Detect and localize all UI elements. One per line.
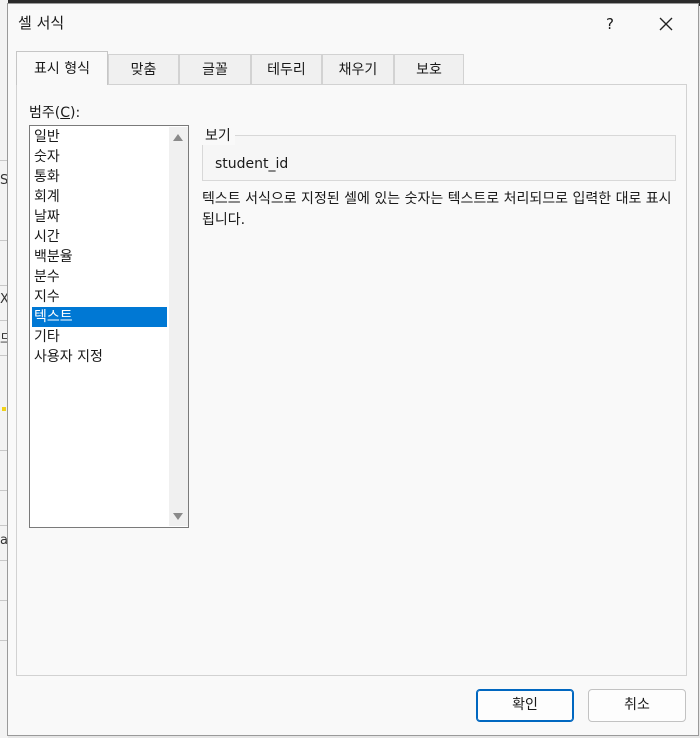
format-description: 텍스트 서식으로 지정된 셀에 있는 숫자는 텍스트로 처리되므로 입력한 대로… [202,191,672,228]
number-format-panel: 범주(C): 일반 숫자 통화 회계 날짜 시간 백분율 분수 지수 텍스트 기… [16,84,687,676]
category-item-number[interactable]: 숫자 [32,147,167,167]
help-icon: ? [606,15,614,33]
category-item-general[interactable]: 일반 [32,127,167,147]
title-bar: 셀 서식 ? [8,4,698,42]
category-label-suffix: ): [70,105,81,121]
tab-protection[interactable]: 보호 [394,54,464,84]
tab-fill[interactable]: 채우기 [322,54,394,84]
category-label-accesskey: C [60,105,71,121]
format-cells-dialog: 셀 서식 ? 표시 형식 맞춤 글꼴 테두리 채우기 보호 범주(C): 일반 … [7,3,699,736]
category-item-time[interactable]: 시간 [32,227,167,247]
tab-alignment[interactable]: 맞춤 [108,54,179,84]
category-item-custom[interactable]: 사용자 지정 [32,347,167,367]
scroll-down-icon[interactable] [173,513,183,520]
sample-preview-box: student_id [202,135,676,181]
scroll-up-icon[interactable] [173,134,183,141]
category-item-currency[interactable]: 통화 [32,167,167,187]
category-item-date[interactable]: 날짜 [32,207,167,227]
dialog-title: 셀 서식 [18,14,65,32]
cancel-button[interactable]: 취소 [588,689,686,722]
sample-value: student_id [215,156,289,172]
tab-border[interactable]: 테두리 [251,54,322,84]
close-button[interactable] [652,10,680,38]
category-item-scientific[interactable]: 지수 [32,287,167,307]
category-item-percentage[interactable]: 백분율 [32,247,167,267]
tab-font[interactable]: 글꼴 [179,54,251,84]
category-item-fraction[interactable]: 분수 [32,267,167,287]
category-scrollbar[interactable] [169,127,188,526]
close-icon [659,17,673,31]
category-item-text[interactable]: 텍스트 [32,307,167,327]
background-highlight-mark [2,407,6,411]
ok-button[interactable]: 확인 [476,689,574,722]
tab-number[interactable]: 표시 형식 [16,51,108,85]
help-button[interactable]: ? [596,10,624,38]
category-item-special[interactable]: 기타 [32,327,167,347]
category-item-accounting[interactable]: 회계 [32,187,167,207]
category-label-text: 범주( [29,105,61,121]
category-label: 범주(C): [29,102,80,122]
sample-legend: 보기 [202,125,235,145]
category-listbox[interactable]: 일반 숫자 통화 회계 날짜 시간 백분율 분수 지수 텍스트 기타 사용자 지… [29,125,189,528]
